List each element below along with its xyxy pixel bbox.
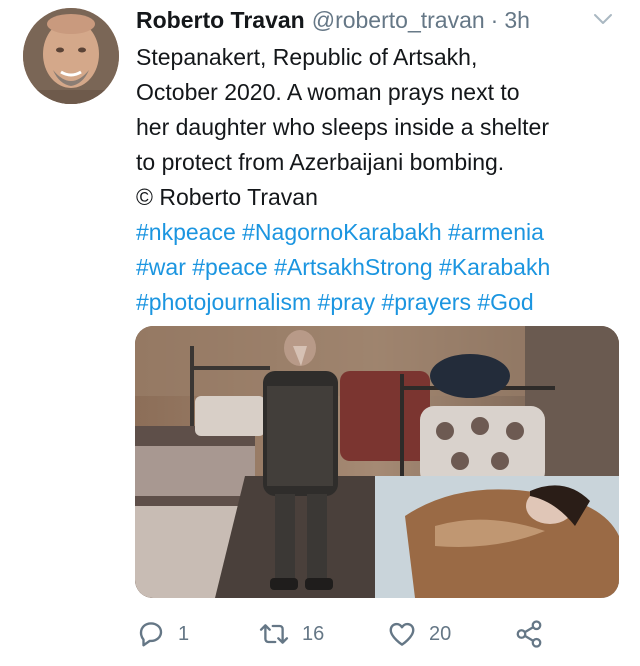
tweet-text: Stepanakert, Republic of Artsakh, Octobe…	[136, 40, 626, 320]
like-count: 20	[429, 622, 452, 645]
tweet-text-line: Stepanakert, Republic of Artsakh,	[136, 44, 478, 70]
tweet-actions: 1 16 20	[136, 616, 616, 652]
share-button[interactable]	[514, 616, 544, 652]
tweet: Roberto Travan @roberto_travan · 3h Step…	[0, 0, 640, 666]
tweet-timestamp[interactable]: 3h	[504, 7, 530, 34]
author-handle[interactable]: @roberto_travan	[312, 7, 485, 34]
hashtag-line[interactable]: #photojournalism #pray #prayers #God	[136, 285, 626, 320]
tweet-menu-button[interactable]	[590, 6, 616, 32]
author-name[interactable]: Roberto Travan	[136, 7, 305, 34]
heart-icon	[389, 622, 415, 646]
reply-count: 1	[178, 622, 190, 645]
retweet-button[interactable]: 16	[258, 616, 324, 652]
share-icon	[516, 620, 542, 648]
shelter-photo	[135, 326, 619, 598]
hashtag-line[interactable]: #war #peace #ArtsakhStrong #Karabakh	[136, 250, 626, 285]
retweet-count: 16	[302, 622, 325, 645]
tweet-text-line: her daughter who sleeps inside a shelter	[136, 114, 549, 140]
reply-button[interactable]: 1	[136, 616, 189, 652]
tweet-header: Roberto Travan @roberto_travan · 3h	[136, 5, 616, 35]
tweet-text-line: © Roberto Travan	[136, 184, 318, 210]
separator: ·	[490, 6, 499, 33]
tweet-text-line: October 2020. A woman prays next to	[136, 79, 520, 105]
tweet-text-line: to protect from Azerbaijani bombing.	[136, 149, 505, 175]
reply-icon	[139, 622, 163, 647]
avatar-photo	[23, 8, 119, 104]
like-button[interactable]: 20	[387, 616, 451, 652]
tweet-photo[interactable]	[135, 326, 619, 598]
avatar[interactable]	[23, 8, 119, 104]
chevron-down-icon	[594, 14, 612, 24]
hashtag-line[interactable]: #nkpeace #NagornoKarabakh #armenia	[136, 215, 626, 250]
retweet-icon	[259, 624, 289, 644]
